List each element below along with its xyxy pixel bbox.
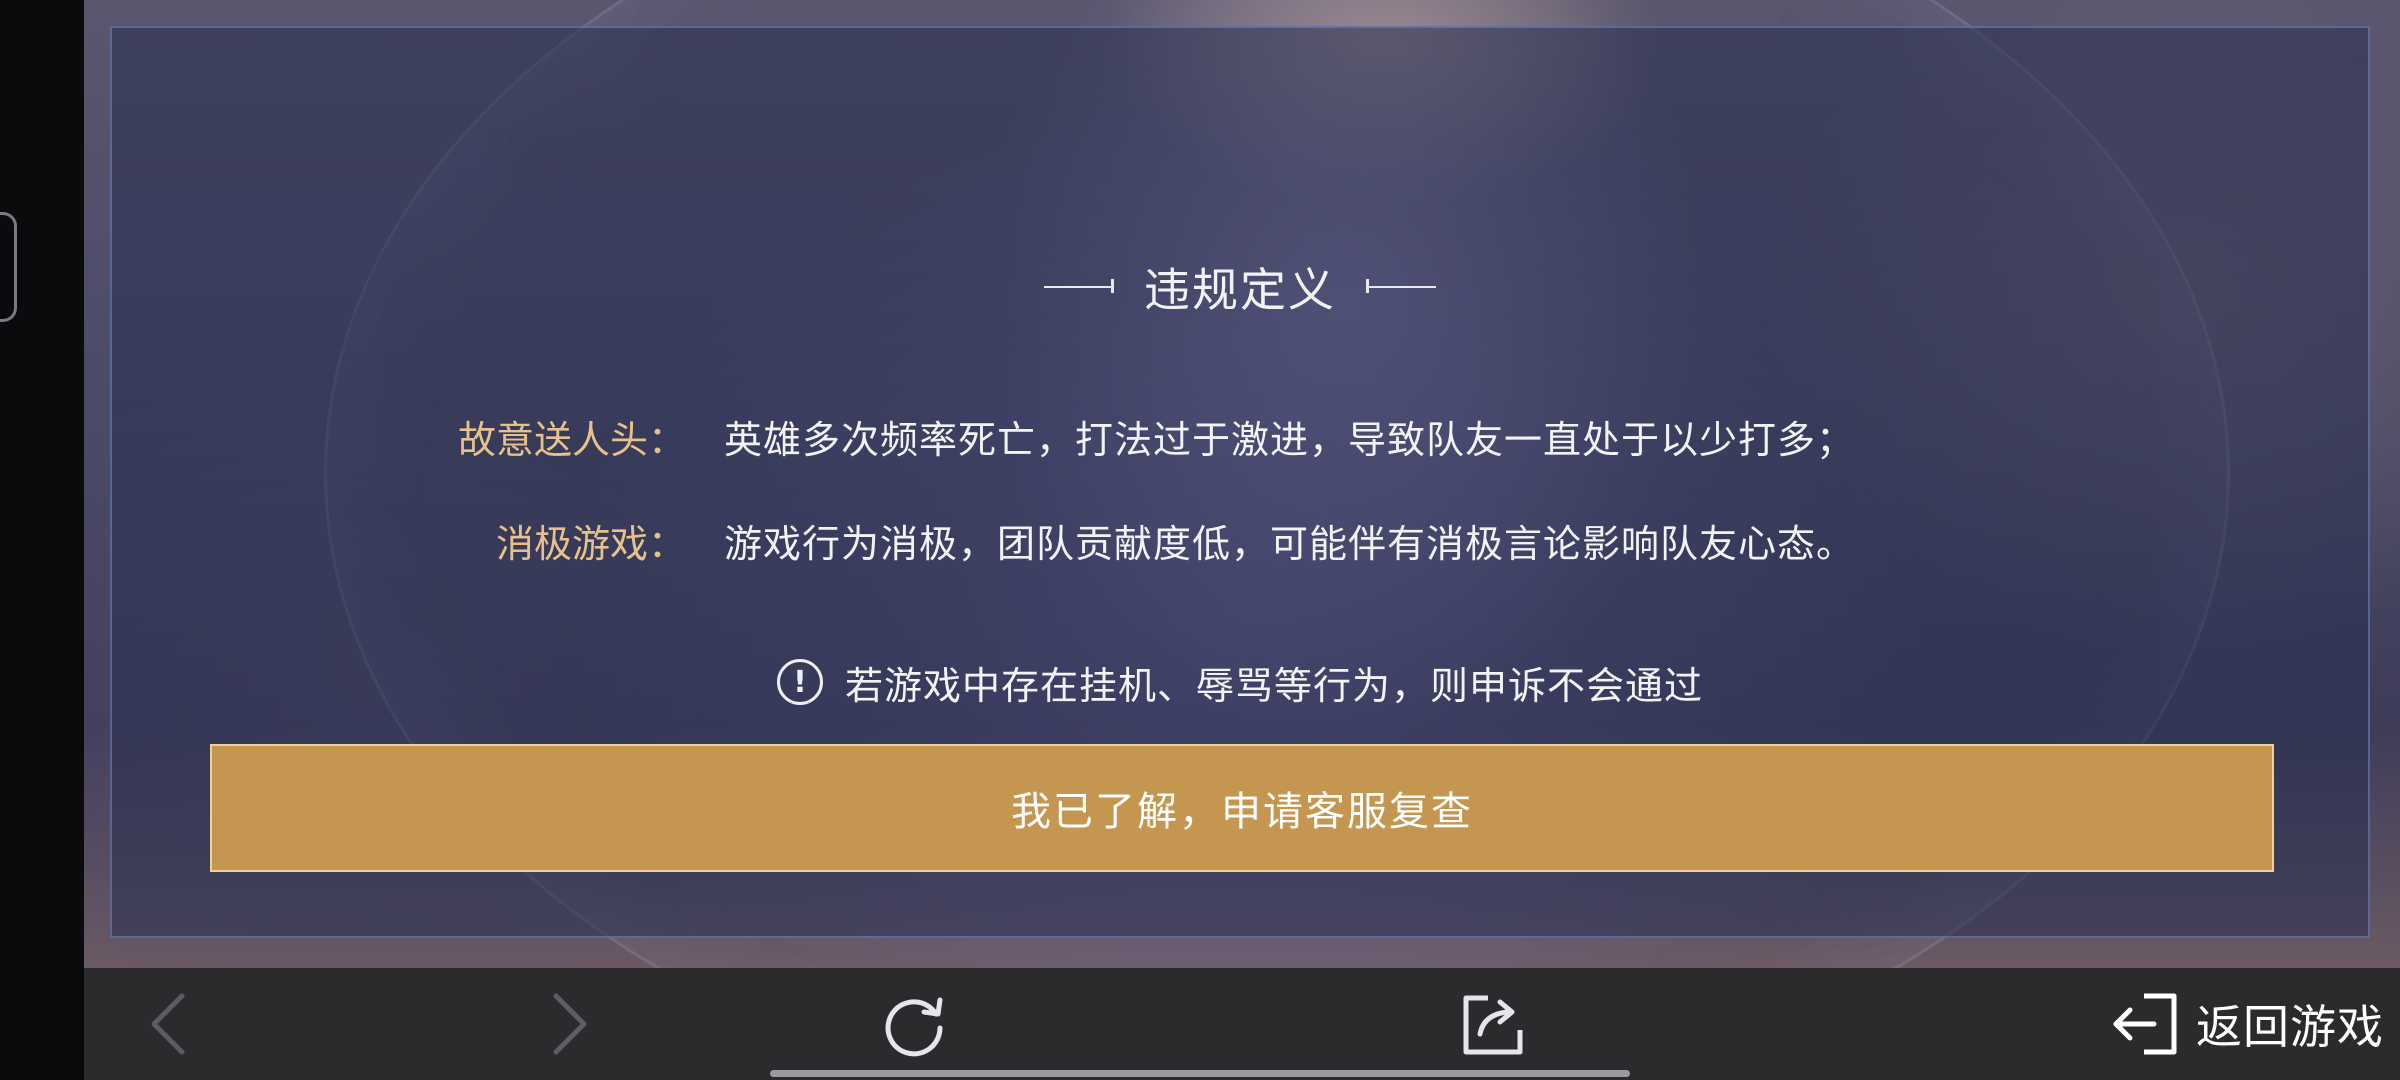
definition-row: 故意送人头： 英雄多次频率死亡，打法过于激进，导致队友一直处于以少打多； <box>112 406 2372 466</box>
forward-button[interactable] <box>520 968 620 1080</box>
home-indicator[interactable] <box>770 1070 1630 1077</box>
refresh-button[interactable] <box>844 968 984 1080</box>
definition-term: 消极游戏： <box>495 521 686 566</box>
violation-dialog: 违规定义 故意送人头： 英雄多次频率死亡，打法过于激进，导致队友一直处于以少打多… <box>110 26 2370 938</box>
notice-text: 若游戏中存在挂机、辱骂等行为，则申诉不会通过 <box>844 663 1703 708</box>
share-button[interactable] <box>1424 968 1564 1080</box>
share-icon <box>1463 995 1523 1055</box>
chevron-left-icon <box>151 993 185 1055</box>
return-to-game-label: 返回游戏 <box>2196 1000 2384 1054</box>
screen: 违规定义 故意送人头： 英雄多次频率死亡，打法过于激进，导致队友一直处于以少打多… <box>0 0 2400 1080</box>
dialog-title: 违规定义 <box>1144 263 1336 317</box>
left-edge-strip <box>0 0 84 1080</box>
definition-term: 故意送人头： <box>457 417 686 462</box>
title-right-ornament <box>1366 279 1436 293</box>
appeal-notice: ! 若游戏中存在挂机、辱骂等行为，则申诉不会通过 <box>112 654 2368 710</box>
definition-row: 消极游戏： 游戏行为消极，团队贡献度低，可能伴有消极言论影响队友心态。 <box>112 510 2372 570</box>
definition-description: 游戏行为消极，团队贡献度低，可能伴有消极言论影响队友心态。 <box>724 521 1856 566</box>
request-review-button[interactable]: 我已了解，申请客服复查 <box>210 744 2274 872</box>
exclamation-circle-icon: ! <box>776 659 823 705</box>
definition-description: 英雄多次频率死亡，打法过于激进，导致队友一直处于以少打多； <box>724 417 1856 462</box>
side-tab-handle[interactable] <box>0 212 17 322</box>
refresh-icon <box>885 997 943 1057</box>
back-button[interactable] <box>118 968 218 1080</box>
exit-arrow-icon <box>2113 993 2177 1055</box>
title-left-ornament <box>1044 279 1114 293</box>
return-to-game-button[interactable]: 返回游戏 <box>2064 968 2384 1080</box>
dialog-title-row: 违规定义 <box>112 254 2368 320</box>
chevron-right-icon <box>553 993 587 1055</box>
browser-bottom-bar: 返回游戏 <box>84 968 2400 1080</box>
